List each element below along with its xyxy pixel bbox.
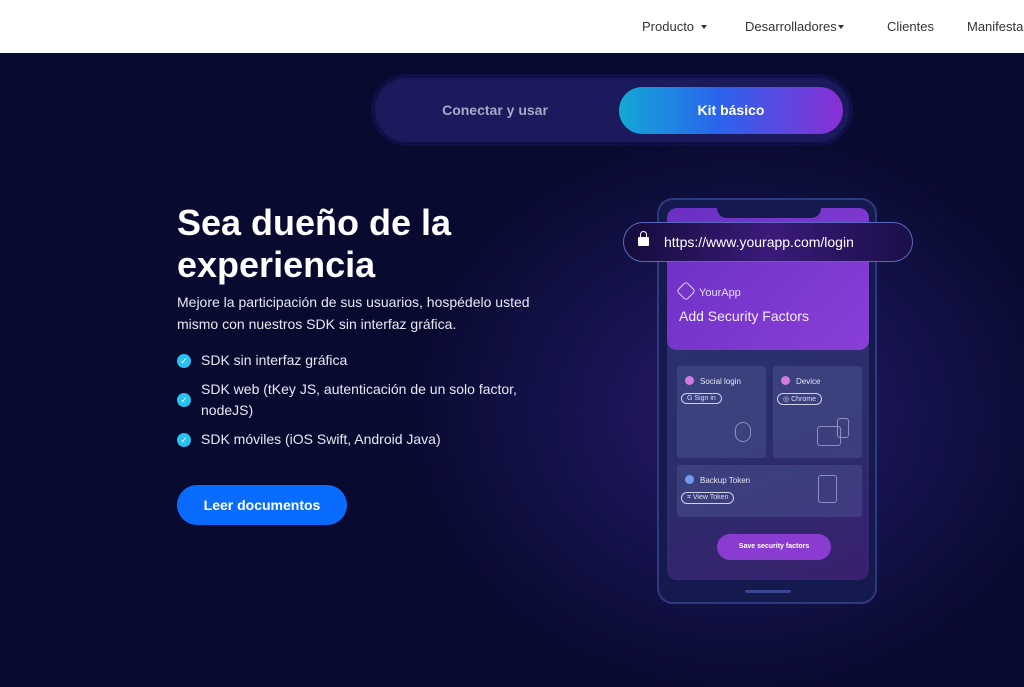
mobile-icon — [837, 418, 849, 438]
read-docs-button[interactable]: Leer documentos — [177, 485, 347, 525]
card-title: Backup Token — [685, 475, 750, 485]
check-icon — [781, 376, 790, 385]
sign-in-pill[interactable]: G Sign in — [681, 393, 722, 404]
nav-label: Desarrolladores — [745, 19, 837, 34]
nav-clientes[interactable]: Clientes — [887, 19, 934, 34]
phone-screen: YourApp Add Security Factors Social logi… — [667, 208, 869, 580]
lock-icon — [638, 231, 649, 246]
list-item: ✓ SDK web (tKey JS, autenticación de un s… — [177, 379, 557, 421]
chevron-down-icon — [701, 25, 708, 29]
card-title-text: Device — [796, 377, 821, 386]
mode-toggle: Conectar y usar Kit básico — [375, 78, 849, 142]
tab-conectar-y-usar[interactable]: Conectar y usar — [375, 78, 615, 142]
check-icon — [685, 475, 694, 484]
nav-manifesto[interactable]: Manifesta — [967, 19, 1023, 34]
view-token-pill[interactable]: ⌗ View Token — [681, 492, 735, 504]
list-item: ✓ SDK sin interfaz gráfica — [177, 350, 557, 371]
brand-label: YourApp — [699, 287, 741, 299]
card-social-login: Social login G Sign in — [677, 366, 766, 458]
url-bar: https://www.yourapp.com/login — [623, 222, 913, 262]
qr-phone-icon — [818, 475, 837, 503]
touch-icon — [735, 422, 751, 442]
top-nav: Producto Desarrolladores Clientes Manife… — [0, 0, 1024, 53]
phone-notch — [717, 208, 821, 218]
pill-label: Sign in — [694, 395, 716, 402]
app-brand: YourApp — [676, 281, 741, 301]
check-icon: ✓ — [177, 353, 191, 368]
home-indicator — [745, 590, 791, 593]
nav-label: Producto — [642, 19, 695, 34]
card-title: Device — [781, 376, 820, 386]
card-title-text: Social login — [700, 377, 741, 386]
feature-list: ✓ SDK sin interfaz gráfica ✓ SDK web (tKey… — [177, 350, 557, 458]
feature-label: SDK web (tKey JS, autenticación de un so… — [201, 381, 517, 418]
hero-description: Mejore la participación de sus usuarios,… — [177, 294, 530, 332]
nav-producto[interactable]: Producto — [642, 19, 708, 34]
card-backup-token: Backup Token ⌗ View Token — [677, 465, 862, 517]
screen-title: Add Security Factors — [679, 308, 809, 324]
pill-label: Chrome — [791, 396, 816, 403]
pill-label: View Token — [692, 494, 729, 501]
card-device: Device ◎ Chrome — [773, 366, 862, 458]
card-title: Social login — [685, 376, 741, 386]
check-icon — [685, 376, 694, 385]
save-security-factors-button[interactable]: Save security factors — [717, 534, 831, 560]
logo-icon — [676, 281, 696, 301]
chevron-down-icon — [837, 25, 844, 29]
check-icon: ✓ — [177, 432, 191, 447]
card-title-text: Backup Token — [700, 476, 751, 485]
page-title: Sea dueño de la experiencia — [177, 202, 452, 285]
url-text: https://www.yourapp.com/login — [664, 234, 854, 250]
tab-kit-basico[interactable]: Kit básico — [619, 87, 843, 134]
check-icon: ✓ — [177, 393, 191, 407]
feature-label: SDK móviles (iOS Swift, Android Java) — [201, 431, 441, 447]
nav-desarrolladores[interactable]: Desarrolladores — [745, 19, 844, 34]
feature-label: SDK sin interfaz gráfica — [201, 352, 348, 368]
chrome-pill[interactable]: ◎ Chrome — [777, 393, 822, 405]
list-item: ✓ SDK móviles (iOS Swift, Android Java) — [177, 429, 557, 450]
